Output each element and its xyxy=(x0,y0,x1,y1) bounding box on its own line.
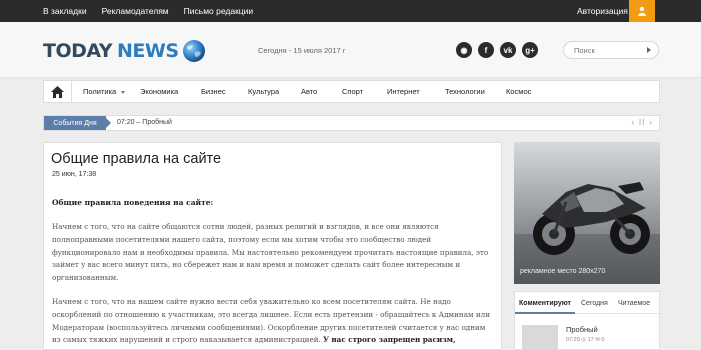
vk-icon[interactable]: vk xyxy=(500,42,516,58)
site-header: TODAY NEWS Сегодня - 15 июля 2017 г ◉ f … xyxy=(0,22,701,78)
article-meta: 25 июн, 17:38 xyxy=(52,171,97,178)
top-links: В закладки Рекламодателям Письмо редакци… xyxy=(43,0,253,22)
article-subtitle: Общие правила поведения на сайте: xyxy=(52,198,214,207)
top-bar: В закладки Рекламодателям Письмо редакци… xyxy=(0,0,701,22)
ticker-label: События Дня xyxy=(44,116,111,130)
tab-popular[interactable]: Читаемое xyxy=(618,300,650,307)
news-ticker: События Дня 07:20 – Пробный ‹ ǀǀ › xyxy=(43,115,660,131)
login-link[interactable]: Авторизация xyxy=(577,6,628,16)
social-links: ◉ f vk g+ xyxy=(456,42,538,58)
article-paragraph: Начнем с того, что на нашем сайте нужно … xyxy=(52,296,492,347)
home-icon xyxy=(51,85,64,98)
editor-mail-link[interactable]: Письмо редакции xyxy=(184,6,254,16)
article-paragraph: Начнем с того, что на сайте общаются сот… xyxy=(52,222,489,283)
nav-item-politics[interactable]: Политика xyxy=(83,87,126,96)
logo-news: NEWS xyxy=(117,40,179,62)
ad-caption: рекламное место 280x270 xyxy=(520,268,606,275)
chevron-down-icon xyxy=(121,90,126,94)
current-date: Сегодня - 15 июля 2017 г xyxy=(258,46,346,55)
user-icon xyxy=(638,6,646,16)
news-item-stats: 07:20 ◎ 17 ✉ 0 xyxy=(566,337,605,343)
nav-item-business[interactable]: Бизнес xyxy=(201,87,226,96)
nav-item-economy[interactable]: Экономика xyxy=(140,87,178,96)
motorcycle-image xyxy=(514,142,660,284)
nav-item-label: Политика xyxy=(83,87,117,96)
search-input[interactable] xyxy=(564,42,644,58)
google-plus-icon[interactable]: g+ xyxy=(522,42,538,58)
rss-icon[interactable]: ◉ xyxy=(456,42,472,58)
sidebar-tabs: Комментируют Сегодня Читаемое Пробный 07… xyxy=(514,291,660,350)
article: Общие правила на сайте 25 июн, 17:38 Общ… xyxy=(43,142,502,350)
ticker-controls[interactable]: ‹ ǀǀ › xyxy=(631,117,653,127)
facebook-icon[interactable]: f xyxy=(478,42,494,58)
nav-item-auto[interactable]: Авто xyxy=(301,87,317,96)
active-tab-indicator xyxy=(515,312,575,314)
main-nav: Политика Экономика Бизнес Культура Авто … xyxy=(43,80,660,103)
tab-today[interactable]: Сегодня xyxy=(581,300,608,307)
ticker-item[interactable]: 07:20 – Пробный xyxy=(117,119,172,126)
ad-banner[interactable]: рекламное место 280x270 xyxy=(514,142,660,284)
nav-item-technology[interactable]: Технологии xyxy=(445,87,485,96)
nav-item-internet[interactable]: Интернет xyxy=(387,87,420,96)
article-title: Общие правила на сайте xyxy=(51,151,222,167)
search-submit-icon[interactable] xyxy=(647,47,651,53)
home-button[interactable] xyxy=(44,81,72,102)
search-box xyxy=(563,41,659,59)
user-button[interactable] xyxy=(629,0,655,22)
globe-icon xyxy=(182,40,205,62)
tab-commented[interactable]: Комментируют xyxy=(519,300,571,307)
nav-item-space[interactable]: Космос xyxy=(506,87,531,96)
site-logo[interactable]: TODAY NEWS xyxy=(43,39,206,63)
nav-item-culture[interactable]: Культура xyxy=(248,87,279,96)
news-thumbnail[interactable] xyxy=(522,325,558,350)
logo-today: TODAY xyxy=(43,40,113,62)
news-item-title[interactable]: Пробный xyxy=(566,325,598,334)
nav-item-sport[interactable]: Спорт xyxy=(342,87,363,96)
bookmark-link[interactable]: В закладки xyxy=(43,6,87,16)
advertisers-link[interactable]: Рекламодателям xyxy=(102,6,169,16)
article-paragraph-bold: У нас строго запрещен расизм, xyxy=(323,335,456,345)
